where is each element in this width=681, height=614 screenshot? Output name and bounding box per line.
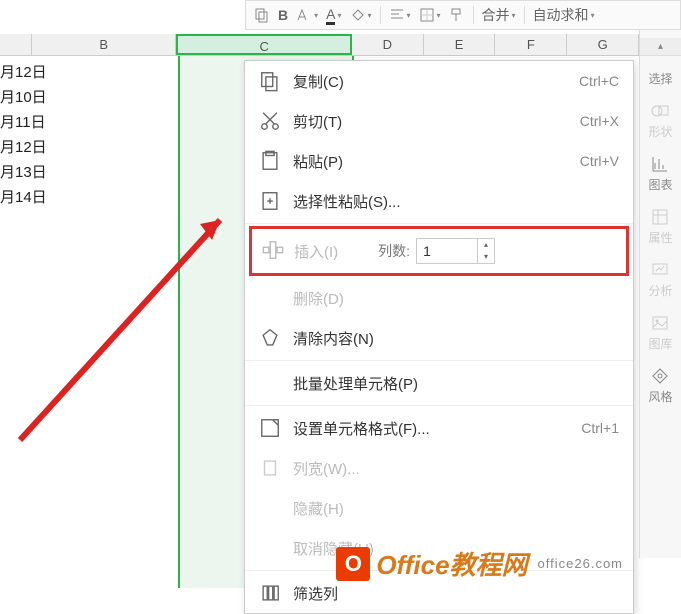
- chart-icon: [650, 154, 670, 174]
- shortcut: Ctrl+V: [580, 153, 619, 169]
- cell[interactable]: 月14日: [0, 185, 80, 210]
- sidebar-gallery[interactable]: 图库: [648, 313, 672, 352]
- sidebar-label: 图库: [648, 335, 672, 352]
- align-button[interactable]: ▾: [389, 7, 411, 23]
- menu-column-width: 列宽(W)...: [245, 448, 633, 488]
- gallery-icon: [650, 313, 670, 333]
- font-color-button[interactable]: A▾: [326, 6, 341, 25]
- sidebar-label: 风格: [648, 388, 672, 405]
- menu-hide: 隐藏(H): [245, 488, 633, 528]
- context-menu: 复制(C) Ctrl+C 剪切(T) Ctrl+X 粘贴(P) Ctrl+V 选…: [244, 60, 634, 614]
- scroll-up-button[interactable]: ▴: [640, 38, 681, 56]
- format-painter-button[interactable]: [449, 7, 465, 23]
- sidebar-style[interactable]: 风格: [648, 366, 672, 405]
- shortcut: Ctrl+1: [581, 420, 619, 436]
- cell[interactable]: 月11日: [0, 110, 80, 135]
- menu-delete: 删除(D): [245, 278, 633, 318]
- menu-label: 剪切(T): [293, 111, 580, 132]
- sidebar-label: 属性: [648, 229, 672, 246]
- sidebar-select[interactable]: 选择: [648, 70, 672, 87]
- col-header-g[interactable]: G: [567, 34, 639, 55]
- clear-icon: [259, 327, 281, 349]
- menu-clear[interactable]: 清除内容(N): [245, 318, 633, 358]
- menu-batch[interactable]: 批量处理单元格(P): [245, 363, 633, 403]
- menu-paste-special[interactable]: 选择性粘贴(S)...: [245, 181, 633, 221]
- merge-button[interactable]: 合并▾: [482, 5, 516, 25]
- col-header-d[interactable]: D: [352, 34, 424, 55]
- property-icon: [650, 207, 670, 227]
- menu-label: 清除内容(N): [293, 328, 619, 349]
- analyze-icon: [650, 260, 670, 280]
- sidebar-label: 选择: [648, 70, 672, 87]
- cell[interactable]: 月10日: [0, 85, 80, 110]
- menu-label: 删除(D): [293, 288, 619, 309]
- autosum-button[interactable]: 自动求和▾: [533, 5, 595, 25]
- cut-icon: [259, 110, 281, 132]
- col-header-e[interactable]: E: [424, 34, 496, 55]
- border-button[interactable]: ▾: [419, 7, 441, 23]
- copy-format-icon[interactable]: [254, 7, 270, 23]
- menu-insert[interactable]: 插入(I) 列数: ▴ ▾: [252, 229, 626, 273]
- cell[interactable]: 月12日: [0, 135, 80, 160]
- spinner-up[interactable]: ▴: [478, 239, 494, 251]
- style-icon: [650, 366, 670, 386]
- menu-format-cells[interactable]: 设置单元格格式(F)... Ctrl+1: [245, 408, 633, 448]
- watermark: O Office教程网 office26.com: [336, 545, 623, 582]
- sidebar-shape[interactable]: 形状: [648, 101, 672, 140]
- shortcut: Ctrl+C: [579, 73, 619, 89]
- menu-separator: [245, 223, 633, 224]
- menu-paste[interactable]: 粘贴(P) Ctrl+V: [245, 141, 633, 181]
- office-logo-icon: O: [336, 547, 370, 581]
- row-header-gutter: [0, 34, 32, 55]
- cell[interactable]: 月13日: [0, 160, 80, 185]
- cell[interactable]: 月12日: [0, 60, 80, 85]
- menu-separator: [245, 360, 633, 361]
- right-sidebar: ▴ 选择 形状 图表 属性 分析 图库 风格: [639, 30, 681, 558]
- menu-cut[interactable]: 剪切(T) Ctrl+X: [245, 101, 633, 141]
- filter-icon: [259, 582, 281, 604]
- insert-icon: [262, 239, 284, 264]
- count-label: 列数:: [378, 241, 410, 261]
- column-count-input[interactable]: [417, 241, 477, 261]
- sidebar-label: 形状: [648, 123, 672, 140]
- column-count-spinner[interactable]: ▴ ▾: [416, 238, 495, 264]
- paste-special-icon: [259, 190, 281, 212]
- date-cells: 月12日 月10日 月11日 月12日 月13日 月14日: [0, 60, 80, 210]
- col-header-f[interactable]: F: [495, 34, 567, 55]
- sidebar-label: 分析: [648, 282, 672, 299]
- menu-label: 筛选列: [293, 583, 619, 604]
- watermark-sub: office26.com: [538, 556, 623, 571]
- font-size-button[interactable]: ▾: [296, 7, 318, 23]
- sidebar-analyze[interactable]: 分析: [648, 260, 672, 299]
- col-header-c-selected[interactable]: C: [176, 34, 351, 55]
- col-header-b[interactable]: B: [32, 34, 177, 55]
- menu-label: 选择性粘贴(S)...: [293, 191, 619, 212]
- width-icon: [259, 457, 281, 479]
- column-headers: B C D E F G: [0, 34, 639, 56]
- shortcut: Ctrl+X: [580, 113, 619, 129]
- fill-color-button[interactable]: ▾: [350, 7, 372, 23]
- menu-label: 插入(I): [294, 241, 338, 262]
- sidebar-label: 图表: [648, 176, 672, 193]
- menu-label: 列宽(W)...: [293, 458, 619, 479]
- sidebar-property[interactable]: 属性: [648, 207, 672, 246]
- menu-label: 批量处理单元格(P): [293, 373, 619, 394]
- bold-button[interactable]: B: [278, 7, 288, 23]
- copy-icon: [259, 70, 281, 92]
- shape-icon: [650, 101, 670, 121]
- menu-separator: [245, 405, 633, 406]
- menu-label: 隐藏(H): [293, 498, 619, 519]
- mini-toolbar: B ▾ A▾ ▾ ▾ ▾ 合并▾ 自动求和▾: [245, 0, 681, 30]
- spinner-down[interactable]: ▾: [478, 251, 494, 263]
- menu-label: 设置单元格格式(F)...: [293, 418, 581, 439]
- menu-copy[interactable]: 复制(C) Ctrl+C: [245, 61, 633, 101]
- sidebar-chart[interactable]: 图表: [648, 154, 672, 193]
- watermark-text: Office教程网: [376, 545, 527, 582]
- menu-label: 复制(C): [293, 71, 579, 92]
- menu-label: 粘贴(P): [293, 151, 580, 172]
- format-icon: [259, 417, 281, 439]
- annotation-highlight: 插入(I) 列数: ▴ ▾: [249, 226, 629, 276]
- paste-icon: [259, 150, 281, 172]
